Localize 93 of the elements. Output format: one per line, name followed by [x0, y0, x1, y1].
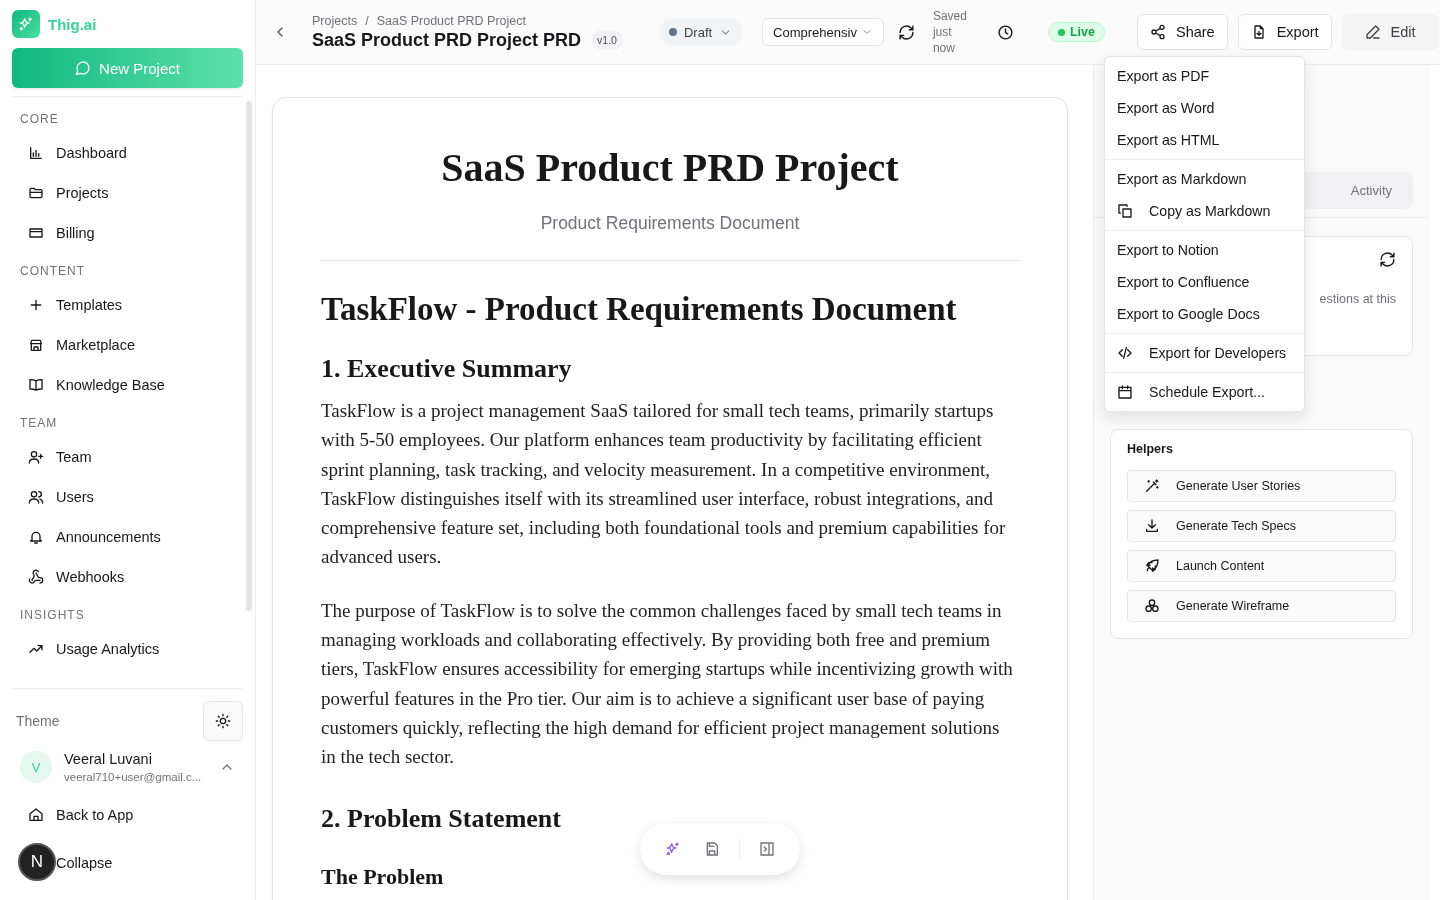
- subsection-heading: The Problem: [321, 863, 445, 890]
- mode-select[interactable]: Comprehensiv: [762, 18, 884, 46]
- sidebar-link[interactable]: Collapse: [56, 855, 113, 871]
- dev-badge[interactable]: N: [18, 843, 56, 881]
- credit-card-icon: [28, 225, 44, 241]
- sidebar-item[interactable]: Announcements: [12, 517, 246, 557]
- rocket-icon: [1144, 558, 1160, 574]
- paragraph: TaskFlow is a project management SaaS tailored for small tech teams, primarily startups with 5-50 employees. Our platform enhances team productivity by facilitating efficient sprint planning, task tracking, and velocity measurement. In a competitive environment, TaskFlow distinguishes itself with its streamlined user interface, robust integrations, and comprehensive feature set, including both foundational tools and premium capabilities for advanced users.: [321, 399, 1007, 570]
- document-subtitle: Product Requirements Document: [539, 213, 801, 234]
- user-avatar: V: [20, 751, 52, 783]
- theme-label: Theme: [16, 713, 60, 729]
- live-badge: Live: [1047, 22, 1105, 42]
- sparkles-icon: [665, 841, 682, 857]
- menu-item[interactable]: Export as Markdown: [1105, 163, 1304, 195]
- menu-item[interactable]: Schedule Export...: [1105, 376, 1304, 408]
- helper-button[interactable]: Generate Wireframe: [1127, 590, 1396, 622]
- section-title: TEAM: [19, 415, 59, 431]
- magic-wand-icon: [1144, 478, 1160, 494]
- status-dot: [668, 28, 677, 36]
- users-icon: [28, 489, 44, 505]
- page-title: SaaS Product PRD Project PRD: [312, 29, 582, 51]
- sidebar-item[interactable]: Billing: [12, 213, 246, 253]
- chat-icon: [75, 60, 92, 76]
- section-heading: 1. Executive Summary: [321, 354, 573, 384]
- copy-icon: [1117, 203, 1133, 219]
- section-heading: 2. Problem Statement: [321, 803, 562, 834]
- breadcrumb-separator: /: [365, 13, 369, 28]
- tab[interactable]: Activity: [1332, 175, 1410, 206]
- save-status: Saved just now: [932, 8, 967, 56]
- store-icon: [28, 337, 44, 353]
- sidebar-item[interactable]: Users: [12, 477, 246, 517]
- calendar-icon: [1117, 384, 1133, 400]
- helper-button[interactable]: Generate User Stories: [1127, 470, 1396, 502]
- menu-item[interactable]: Export to Confluence: [1105, 266, 1304, 298]
- sidebar-item[interactable]: Knowledge Base: [12, 365, 246, 405]
- sidebar-item[interactable]: Usage Analytics: [12, 629, 246, 669]
- sidebar-item[interactable]: Team: [12, 437, 246, 477]
- live-dot: [1057, 28, 1065, 36]
- pencil-icon: [1364, 24, 1381, 40]
- download-icon: [1144, 518, 1160, 534]
- clock-icon: [996, 23, 1014, 41]
- sidebar-link[interactable]: Back to App: [12, 795, 243, 835]
- panel-icon: [758, 841, 775, 857]
- bell-icon: [28, 529, 44, 545]
- circles-icon: [1144, 598, 1160, 614]
- sparkles-icon: [18, 16, 34, 32]
- helper-button[interactable]: Launch Content: [1127, 550, 1396, 582]
- user-plus-icon: [28, 449, 44, 465]
- refresh-icon: [1379, 251, 1396, 268]
- folder-icon: [28, 185, 44, 201]
- save-icon: [704, 841, 721, 857]
- helper-button[interactable]: Generate Tech Specs: [1127, 510, 1396, 542]
- helpers-title: Helpers: [1127, 442, 1174, 456]
- section-title: CORE: [19, 111, 60, 127]
- menu-item[interactable]: Export to Notion: [1105, 234, 1304, 266]
- sidebar-item[interactable]: Templates: [12, 285, 246, 325]
- user-email: veeral710+user@gmail.c...: [64, 771, 203, 783]
- version-badge: v1.0: [591, 30, 623, 50]
- sidebar-item[interactable]: Dashboard: [12, 133, 246, 173]
- bar-chart-icon: [28, 145, 44, 161]
- plus-icon: [28, 297, 44, 313]
- status-dropdown[interactable]: Draft: [658, 18, 743, 46]
- card-text: estions at this: [1319, 292, 1396, 306]
- breadcrumb-link[interactable]: Projects: [312, 13, 358, 28]
- webhook-icon: [28, 569, 44, 585]
- scrollbar[interactable]: [246, 101, 252, 611]
- share-icon: [1150, 24, 1166, 40]
- home-icon: [28, 807, 44, 823]
- export-button[interactable]: Export: [1237, 14, 1332, 50]
- edit-button[interactable]: Edit: [1341, 14, 1439, 50]
- menu-item[interactable]: Copy as Markdown: [1105, 195, 1304, 227]
- theme-toggle-button[interactable]: [203, 701, 243, 741]
- breadcrumb-link[interactable]: SaaS Product PRD Project: [376, 13, 526, 28]
- sidebar-item[interactable]: Marketplace: [12, 325, 246, 365]
- sidebar-item[interactable]: Webhooks: [12, 557, 246, 597]
- book-icon: [28, 377, 44, 393]
- heading: TaskFlow - Product Requirements Document: [321, 291, 958, 328]
- refresh-icon: [897, 23, 915, 41]
- share-button[interactable]: Share: [1137, 14, 1228, 50]
- code-icon: [1117, 345, 1133, 361]
- menu-item[interactable]: Export to Google Docs: [1105, 298, 1304, 330]
- app-name: Thig.ai: [48, 15, 97, 33]
- section-title: CONTENT: [19, 263, 86, 279]
- sun-icon: [215, 713, 231, 729]
- document-title: SaaS Product PRD Project: [440, 144, 900, 191]
- sidebar-item[interactable]: Projects: [12, 173, 246, 213]
- section-title: INSIGHTS: [19, 607, 86, 623]
- menu-item[interactable]: Export as Word: [1105, 92, 1304, 124]
- menu-item[interactable]: Export as PDF: [1105, 60, 1304, 92]
- menu-item[interactable]: Export for Developers: [1105, 337, 1304, 369]
- menu-item[interactable]: Export as HTML: [1105, 124, 1304, 156]
- user-name: Veeral Luvani: [64, 751, 153, 767]
- paragraph: The purpose of TaskFlow is to solve the common challenges faced by small tech teams in managing workloads and collaborating effectively. By providing both free and premium tiers, TaskFlow ensures accessibility for emerging startups while incentivizing growth with powerful features in the Pro tier. Our aim is to achieve a significant user base of paying customers quickly, reflecting the high demand for efficient project management solutions in the tech sector.: [321, 598, 1014, 770]
